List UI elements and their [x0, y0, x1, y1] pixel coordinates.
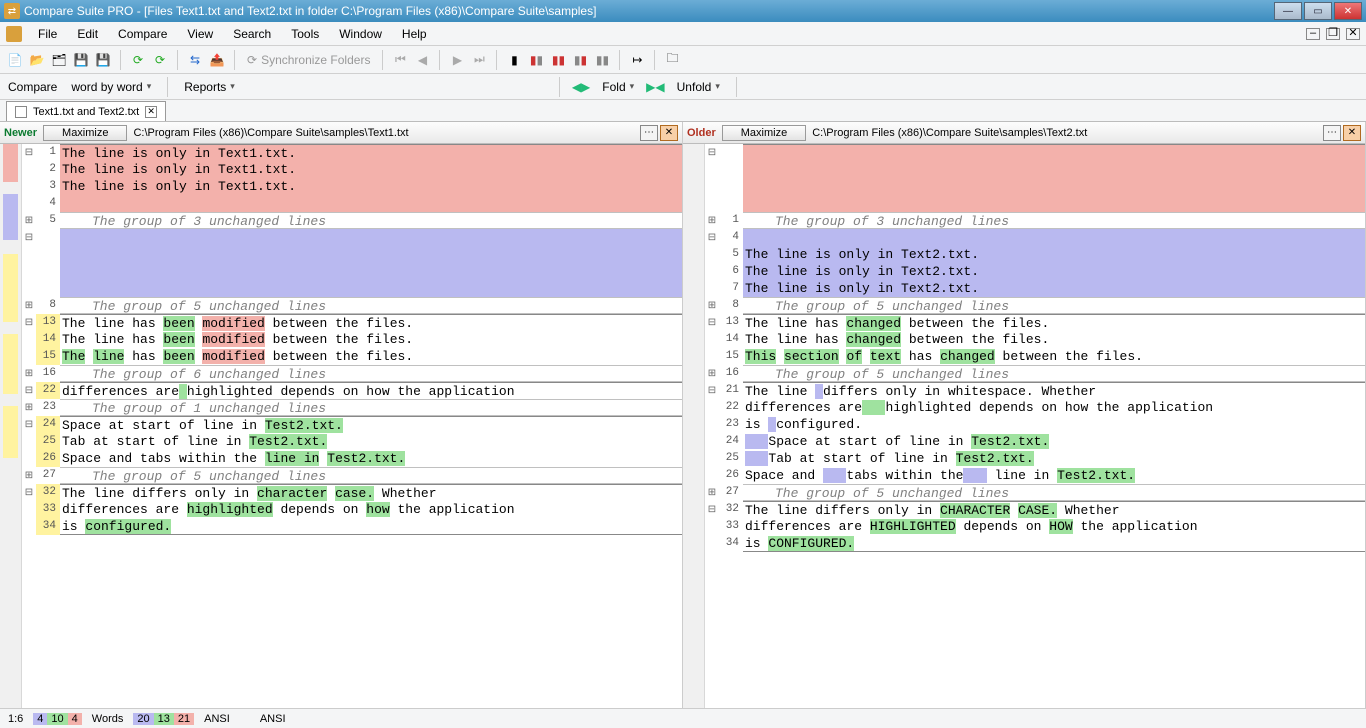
words-changed: 13 [154, 713, 174, 725]
swap-icon[interactable]: ⇆ [186, 51, 204, 69]
left-maximize-button[interactable]: Maximize [43, 125, 127, 141]
right-menu-icon[interactable]: ⋯ [1323, 125, 1341, 141]
refresh-icon[interactable]: ⟳ [129, 51, 147, 69]
close-button[interactable]: ✕ [1334, 2, 1362, 20]
right-pane: Older Maximize C:\Program Files (x86)\Co… [683, 122, 1366, 708]
status-bar: 1:6 4 10 4 Words 20 13 21 ANSI ANSI [0, 708, 1366, 728]
left-close-icon[interactable]: ✕ [660, 125, 678, 141]
words-label: Words [92, 713, 124, 725]
app-menu-icon [6, 26, 22, 42]
menu-compare[interactable]: Compare [114, 25, 171, 43]
tab-label: Text1.txt and Text2.txt [33, 106, 139, 118]
right-editor[interactable]: ⊟ ⊞1The group of 3 unchanged lines ⊟4 5T… [683, 144, 1365, 708]
mdi-restore[interactable]: ❐ [1326, 28, 1340, 40]
right-age-label: Older [687, 127, 716, 139]
app-icon: ⇄ [4, 3, 20, 19]
nav-first-icon[interactable]: ⏮ [391, 51, 409, 69]
right-encoding: ANSI [260, 713, 286, 725]
right-path: C:\Program Files (x86)\Compare Suite\sam… [812, 127, 1317, 139]
minimize-button[interactable]: — [1274, 2, 1302, 20]
main-toolbar: 📄 📂 🗂 💾 💾 ⟳ ⟳ ⇆ 📤 ⟳ Synchronize Folders … [0, 46, 1366, 74]
unfold-icon: ▶◀ [646, 80, 664, 94]
window-title: Compare Suite PRO - [Files Text1.txt and… [24, 4, 1274, 18]
workspace: Newer Maximize C:\Program Files (x86)\Co… [0, 122, 1366, 708]
left-menu-icon[interactable]: ⋯ [640, 125, 658, 141]
diff-both-red-icon[interactable]: ▮▮ [549, 51, 567, 69]
new-icon[interactable]: 📄 [6, 51, 24, 69]
left-editor[interactable]: ⊟1The line is only in Text1.txt. 2The li… [0, 144, 682, 708]
open-icon[interactable]: 📂 [28, 51, 46, 69]
menu-window[interactable]: Window [335, 25, 386, 43]
left-encoding: ANSI [204, 713, 230, 725]
words-removed: 21 [174, 713, 194, 725]
menu-bar: File Edit Compare View Search Tools Wind… [0, 22, 1366, 46]
reports-dropdown[interactable]: Reports [180, 78, 239, 96]
sync-folders-button: ⟳ Synchronize Folders [243, 53, 374, 67]
menu-tools[interactable]: Tools [287, 25, 323, 43]
mdi-close[interactable]: ✕ [1346, 28, 1360, 40]
menu-file[interactable]: File [34, 25, 61, 43]
left-docmap[interactable] [0, 144, 22, 708]
merge-icon[interactable]: ↦ [628, 51, 646, 69]
maximize-button[interactable]: ▭ [1304, 2, 1332, 20]
nav-next-icon[interactable]: ▶ [448, 51, 466, 69]
document-tab-bar: Text1.txt and Text2.txt ✕ [0, 100, 1366, 122]
stat-added: 4 [33, 713, 47, 725]
right-pane-header: Older Maximize C:\Program Files (x86)\Co… [683, 122, 1365, 144]
diff-left-red-icon[interactable]: ▮▮ [527, 51, 545, 69]
left-path: C:\Program Files (x86)\Compare Suite\sam… [133, 127, 634, 139]
title-bar: ⇄ Compare Suite PRO - [Files Text1.txt a… [0, 0, 1366, 22]
save-all-icon[interactable]: 💾 [94, 51, 112, 69]
export-icon[interactable]: 📤 [208, 51, 226, 69]
compare-toolbar: Compare word by word Reports ◀▶ Fold ▶◀ … [0, 74, 1366, 100]
menu-edit[interactable]: Edit [73, 25, 102, 43]
menu-view[interactable]: View [183, 25, 217, 43]
cursor-position: 1:6 [8, 713, 23, 725]
diff-grey-icon[interactable]: ▮▮ [593, 51, 611, 69]
words-added: 20 [133, 713, 153, 725]
compare-mode-dropdown[interactable]: word by word [67, 78, 155, 96]
compare-label: Compare [6, 80, 59, 94]
nav-last-icon[interactable]: ⏭ [470, 51, 488, 69]
menu-help[interactable]: Help [398, 25, 431, 43]
stat-removed: 4 [68, 713, 82, 725]
tree-icon[interactable]: 🗀 [663, 51, 681, 69]
mdi-minimize[interactable]: – [1306, 28, 1320, 40]
right-close-icon[interactable]: ✕ [1343, 125, 1361, 141]
refresh-alt-icon[interactable]: ⟳ [151, 51, 169, 69]
left-pane-header: Newer Maximize C:\Program Files (x86)\Co… [0, 122, 682, 144]
menu-search[interactable]: Search [229, 25, 275, 43]
save-icon[interactable]: 💾 [72, 51, 90, 69]
fold-icon: ◀▶ [572, 80, 590, 94]
document-icon [15, 106, 27, 118]
left-pane: Newer Maximize C:\Program Files (x86)\Co… [0, 122, 683, 708]
document-tab[interactable]: Text1.txt and Text2.txt ✕ [6, 101, 166, 121]
diff-right-red-icon[interactable]: ▮▮ [571, 51, 589, 69]
nav-prev-icon[interactable]: ◀ [413, 51, 431, 69]
left-age-label: Newer [4, 127, 37, 139]
tab-close-icon[interactable]: ✕ [145, 106, 157, 118]
sync-icon: ⟳ [247, 53, 257, 67]
open-folder-icon[interactable]: 🗂 [50, 51, 68, 69]
right-docmap[interactable] [683, 144, 705, 708]
unfold-dropdown[interactable]: Unfold [673, 78, 724, 96]
diff1-icon[interactable]: ▮ [505, 51, 523, 69]
stat-changed: 10 [47, 713, 67, 725]
fold-dropdown[interactable]: Fold [598, 78, 638, 96]
right-maximize-button[interactable]: Maximize [722, 125, 806, 141]
